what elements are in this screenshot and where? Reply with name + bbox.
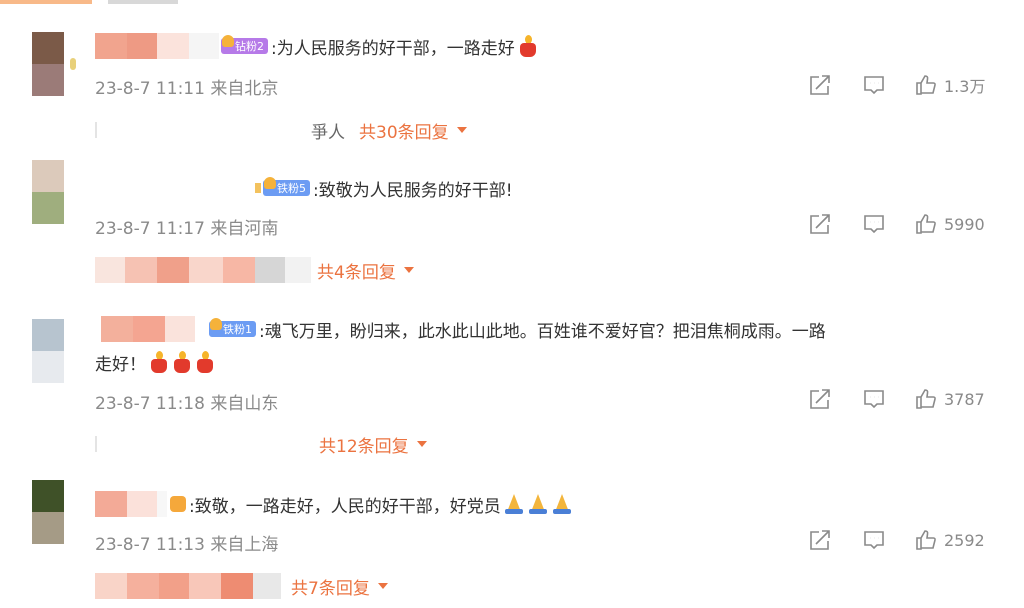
top-cropped-strip (0, 0, 1024, 8)
comment-content-continued: 走好！ (95, 348, 215, 376)
avatar[interactable] (32, 480, 64, 544)
crown-icon (222, 35, 234, 47)
fan-badge[interactable]: 钻粉2 (221, 35, 268, 54)
crown-icon (170, 496, 186, 512)
comment-icon[interactable] (862, 528, 886, 552)
chevron-down-icon (416, 441, 427, 447)
like-icon[interactable] (914, 387, 938, 411)
comment-icon[interactable] (862, 73, 886, 97)
blurred-username (0, 0, 92, 4)
comment-meta: 23-8-7 11:17 来自河南 (95, 219, 279, 239)
view-replies-link[interactable]: 共4条回复 (317, 258, 414, 283)
like-icon[interactable] (914, 73, 938, 97)
comment-icon[interactable] (862, 212, 886, 236)
chevron-down-icon (456, 127, 467, 133)
candle-emoji (518, 35, 538, 57)
share-icon[interactable] (808, 212, 832, 236)
crown-icon (210, 318, 222, 330)
comment-actions: 5990 (808, 212, 985, 236)
comment-text: :为人民服务的好干部，一路走好 (271, 38, 515, 59)
pray-emoji (503, 494, 525, 514)
pray-emoji (527, 494, 549, 514)
view-replies-link[interactable]: 共30条回复 (359, 118, 467, 143)
like-icon[interactable] (914, 528, 938, 552)
like-count: 3787 (944, 389, 985, 409)
like-count: 1.3万 (944, 77, 986, 96)
like-count: 5990 (944, 214, 985, 234)
like-count: 2592 (944, 530, 985, 550)
comment-actions: 3787 (808, 387, 985, 411)
avatar[interactable] (32, 32, 64, 96)
comment-actions: 2592 (808, 528, 985, 552)
share-icon[interactable] (808, 73, 832, 97)
share-icon[interactable] (808, 528, 832, 552)
comment-meta: 23-8-7 11:11 来自北京 (95, 79, 279, 99)
blurred-username[interactable] (127, 33, 157, 59)
comment-text: :魂飞万里，盼归来，此水此山此地。百姓谁不爱好官？把泪焦桐成雨。一路 (259, 321, 826, 342)
comment-text: 走好！ (95, 354, 146, 375)
reply-row: 共7条回复 (95, 573, 388, 599)
chevron-down-icon (403, 267, 414, 273)
fan-badge[interactable]: 铁粉5 (263, 177, 310, 196)
candle-emoji (195, 351, 215, 373)
reply-row: 爭人 共30条回复 (95, 117, 467, 143)
comment-content: :致敬，一路走好，人民的好干部，好党员 (95, 490, 573, 518)
share-icon[interactable] (808, 387, 832, 411)
comment-actions: 1.3万 (808, 73, 985, 97)
fan-badge[interactable]: 铁粉1 (209, 318, 256, 337)
pray-emoji (551, 494, 573, 514)
avatar[interactable] (32, 319, 64, 383)
crown-icon (264, 177, 276, 189)
comment-text: :致敬，一路走好，人民的好干部，好党员 (189, 496, 501, 517)
blurred-username[interactable] (95, 33, 127, 59)
blurred-text (108, 0, 178, 4)
comment-meta: 23-8-7 11:18 来自山东 (95, 394, 279, 414)
comment-content: 钻粉2 :为人民服务的好干部，一路走好 (95, 32, 538, 60)
view-replies-link[interactable]: 共12条回复 (319, 432, 427, 457)
reply-row: 共4条回复 (95, 257, 414, 283)
like-icon[interactable] (914, 212, 938, 236)
reply-row: 共12条回复 (95, 431, 427, 457)
comment-icon[interactable] (862, 387, 886, 411)
comment-meta: 23-8-7 11:13 来自上海 (95, 535, 279, 555)
comment-text: :致敬为人民服务的好干部! (313, 180, 513, 201)
chevron-down-icon (377, 583, 388, 589)
comment-content: 铁粉5 :致敬为人民服务的好干部! (95, 174, 513, 202)
candle-emoji (172, 351, 192, 373)
reply-preview-text: 爭人 (311, 122, 345, 143)
avatar-decoration (70, 58, 76, 70)
candle-emoji (149, 351, 169, 373)
avatar[interactable] (32, 160, 64, 224)
view-replies-link[interactable]: 共7条回复 (291, 574, 388, 599)
comment-content: 铁粉1 :魂飞万里，盼归来，此水此山此地。百姓谁不爱好官？把泪焦桐成雨。一路 (95, 315, 826, 343)
